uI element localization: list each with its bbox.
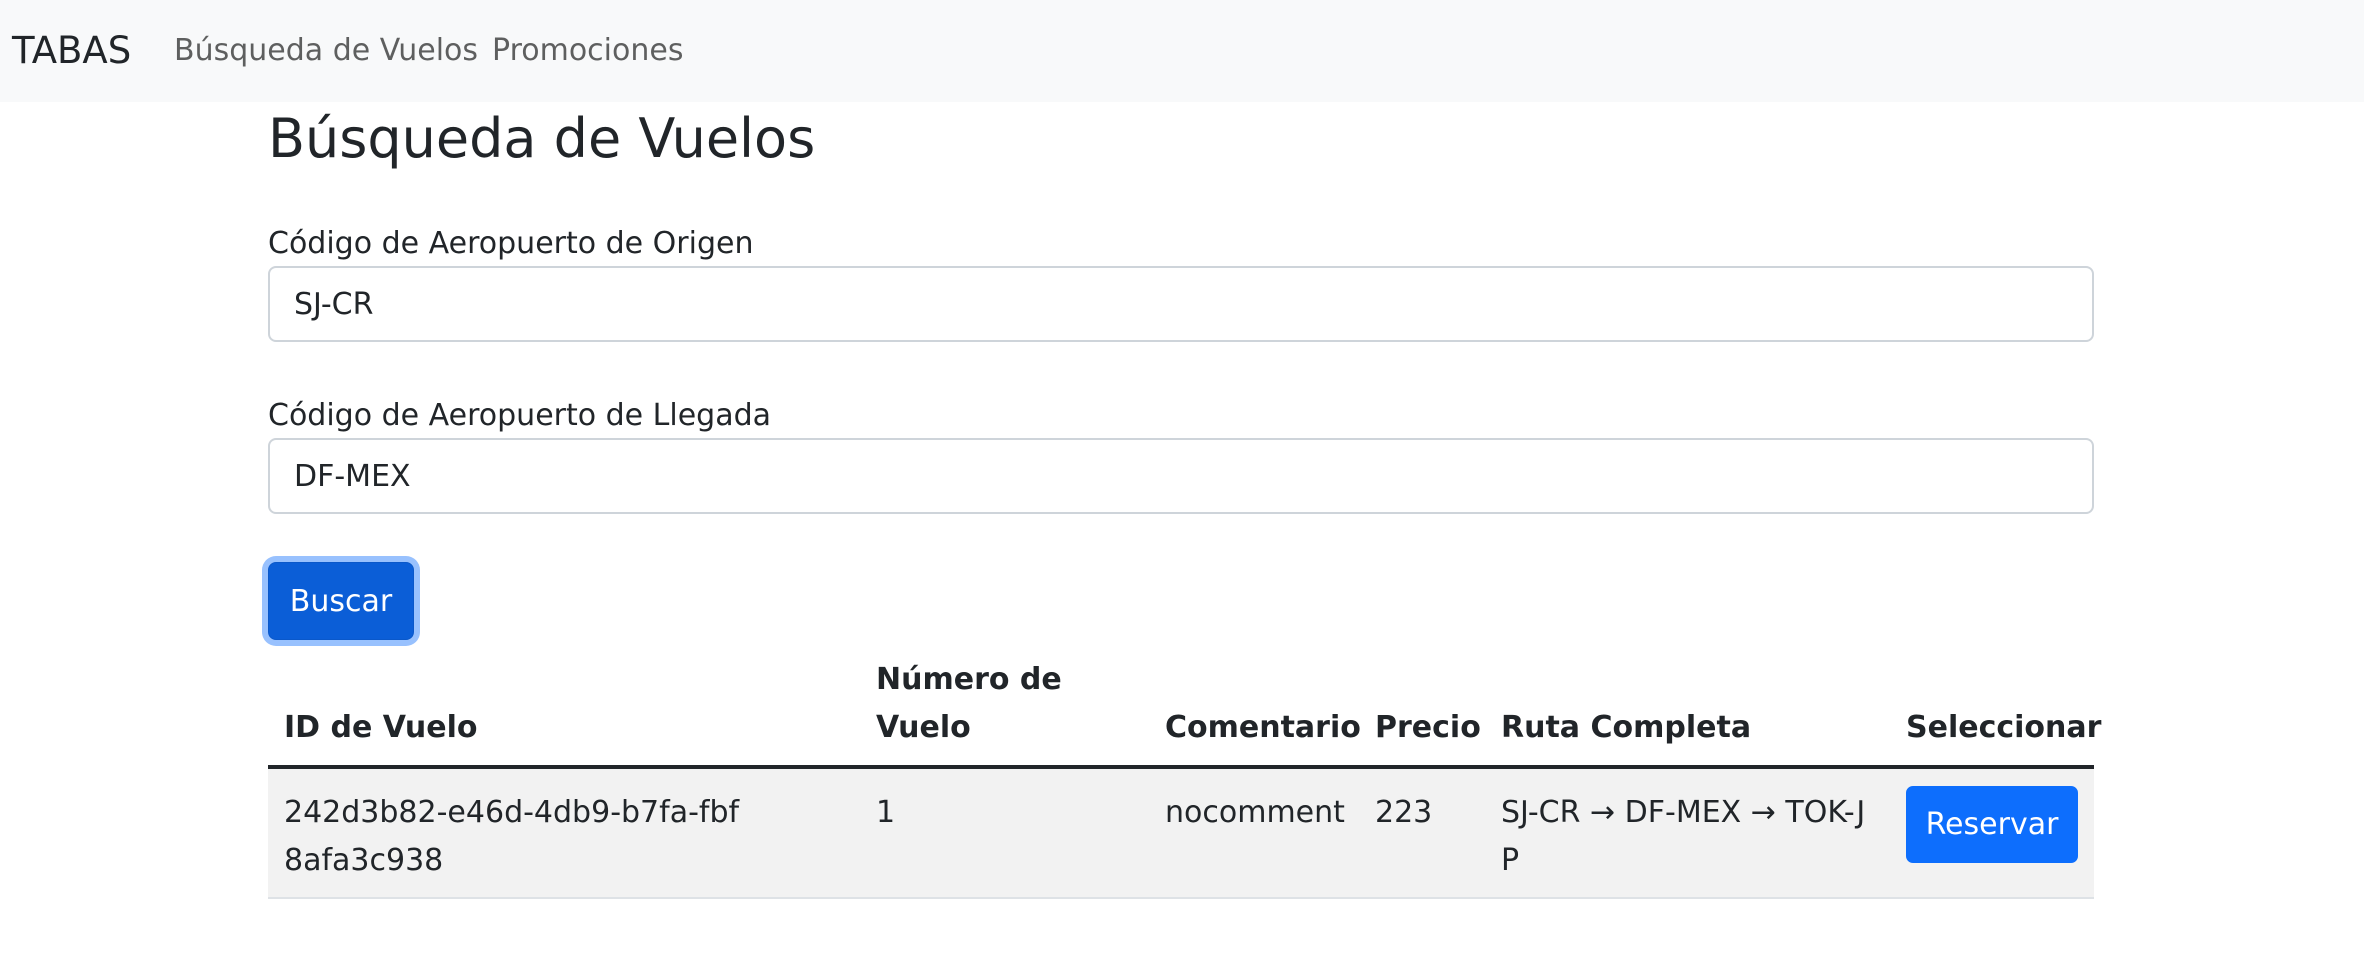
nav-link-flight-search[interactable]: Búsqueda de Vuelos — [174, 0, 478, 102]
header-price: Precio — [1375, 710, 1481, 745]
cell-route: SJ-CR → DF-MEX → TOK-JP — [1501, 795, 1866, 878]
header-comment: Comentario — [1165, 710, 1361, 745]
arrival-input[interactable] — [268, 438, 2094, 514]
reserve-button[interactable]: Reservar — [1906, 786, 2078, 863]
arrival-label: Código de Aeropuerto de Llegada — [268, 398, 772, 433]
brand-logo[interactable]: TABAS — [12, 0, 131, 102]
origin-label: Código de Aeropuerto de Origen — [268, 226, 754, 261]
origin-input[interactable] — [268, 266, 2094, 342]
page-title: Búsqueda de Vuelos — [268, 107, 816, 170]
search-button[interactable]: Buscar — [268, 562, 414, 640]
cell-flight-number: 1 — [876, 795, 896, 830]
nav-link-promotions[interactable]: Promociones — [492, 0, 683, 102]
header-select: Seleccionar — [1906, 710, 2102, 745]
header-full-route: Ruta Completa — [1501, 710, 1752, 745]
header-flight-id: ID de Vuelo — [284, 710, 478, 745]
cell-comment: nocomment — [1165, 795, 1345, 830]
header-flight-number: Número de Vuelo — [876, 662, 1062, 745]
cell-flight-id: 242d3b82-e46d-4db9-b7fa-fbf8afa3c938 — [284, 795, 740, 878]
navbar: TABAS Búsqueda de Vuelos Promociones — [0, 0, 2364, 102]
cell-price: 223 — [1375, 795, 1433, 830]
